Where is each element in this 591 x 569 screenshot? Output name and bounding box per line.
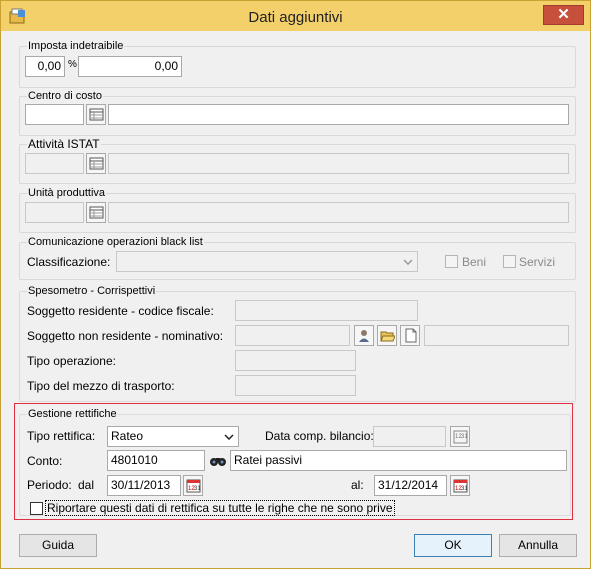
svg-text:31: 31 bbox=[461, 486, 468, 492]
data-comp-field[interactable] bbox=[373, 426, 446, 447]
tipo-operazione-field[interactable] bbox=[235, 350, 356, 371]
person-lookup-button[interactable] bbox=[354, 325, 374, 346]
conto-label: Conto: bbox=[27, 454, 63, 468]
table-icon bbox=[89, 206, 104, 219]
classificazione-select[interactable] bbox=[116, 251, 418, 272]
calendar-icon: 12 31 bbox=[453, 430, 468, 444]
riportare-label[interactable]: Riportare questi dati di rettifica su tu… bbox=[45, 500, 395, 516]
imposta-amount-field[interactable]: 0,00 bbox=[78, 56, 182, 77]
folder-open-icon bbox=[380, 331, 395, 342]
tipo-operazione-label: Tipo operazione: bbox=[27, 354, 116, 368]
tipo-mezzo-field[interactable] bbox=[235, 375, 356, 396]
table-icon bbox=[89, 108, 104, 121]
window-title: Dati aggiuntivi bbox=[248, 9, 343, 26]
residente-field[interactable] bbox=[235, 300, 418, 321]
ok-button[interactable]: OK bbox=[414, 534, 492, 557]
attivita-lookup-button[interactable] bbox=[86, 153, 106, 174]
servizi-label: Servizi bbox=[519, 255, 556, 269]
document-icon bbox=[405, 328, 417, 343]
dal-label: dal bbox=[78, 478, 95, 492]
group-label-unita: Unità produttiva bbox=[27, 186, 107, 200]
tipo-mezzo-label: Tipo del mezzo di trasporto: bbox=[27, 379, 175, 393]
centro-costo-description-field[interactable] bbox=[108, 104, 569, 125]
open-folder-button[interactable] bbox=[377, 325, 397, 346]
group-label-attivita: Attività ISTAT bbox=[27, 137, 101, 151]
al-date-field[interactable]: 31/12/2014 bbox=[374, 475, 447, 496]
svg-text:31: 31 bbox=[194, 486, 201, 492]
data-comp-label: Data comp. bilancio: bbox=[265, 429, 374, 443]
group-label-blacklist: Comunicazione operazioni black list bbox=[27, 235, 204, 249]
group-label-spesometro: Spesometro - Corrispettivi bbox=[27, 284, 157, 298]
dialog-window: Dati aggiuntivi ✕ Imposta indetraibile 0… bbox=[0, 0, 591, 569]
riportare-checkbox[interactable] bbox=[30, 502, 43, 515]
close-button[interactable]: ✕ bbox=[543, 5, 584, 25]
tipo-rettifica-select[interactable]: Rateo bbox=[107, 426, 239, 447]
periodo-label: Periodo: bbox=[27, 478, 72, 492]
group-label-imposta: Imposta indetraibile bbox=[27, 39, 125, 53]
table-icon bbox=[89, 157, 104, 170]
calendar-icon: 12 31 bbox=[186, 479, 201, 493]
chevron-down-icon bbox=[403, 259, 413, 265]
servizi-checkbox[interactable] bbox=[503, 255, 516, 268]
conto-description-field[interactable]: Ratei passivi bbox=[230, 450, 567, 471]
svg-text:31: 31 bbox=[461, 434, 468, 440]
binoculars-icon bbox=[210, 458, 226, 466]
imposta-percent-field[interactable]: 0,00 bbox=[25, 56, 65, 77]
title-bar[interactable]: Dati aggiuntivi ✕ bbox=[1, 1, 590, 31]
unita-description-field[interactable] bbox=[108, 202, 569, 223]
non-residente-field[interactable] bbox=[235, 325, 350, 346]
unita-code-field[interactable] bbox=[25, 202, 84, 223]
person-icon bbox=[359, 330, 369, 342]
calendar-icon: 12 31 bbox=[453, 479, 468, 493]
residente-label: Soggetto residente - codice fiscale: bbox=[27, 304, 214, 318]
al-calendar-button[interactable]: 12 31 bbox=[450, 475, 470, 496]
attivita-code-field[interactable] bbox=[25, 153, 84, 174]
group-label-centro-costo: Centro di costo bbox=[27, 89, 103, 103]
chevron-down-icon bbox=[224, 434, 234, 440]
centro-costo-code-field[interactable] bbox=[25, 104, 84, 125]
data-comp-calendar-button[interactable]: 12 31 bbox=[450, 426, 470, 447]
tipo-rettifica-label: Tipo rettifica: bbox=[27, 429, 96, 443]
classificazione-label: Classificazione: bbox=[27, 255, 111, 269]
unita-lookup-button[interactable] bbox=[86, 202, 106, 223]
dal-date-field[interactable]: 30/11/2013 bbox=[107, 475, 181, 496]
non-residente-extra-field[interactable] bbox=[424, 325, 569, 346]
new-document-button[interactable] bbox=[400, 325, 420, 346]
centro-costo-lookup-button[interactable] bbox=[86, 104, 106, 125]
guida-button[interactable]: Guida bbox=[19, 534, 97, 557]
group-label-rettifiche: Gestione rettifiche bbox=[27, 407, 118, 421]
percent-sign: % bbox=[68, 59, 77, 70]
beni-label: Beni bbox=[462, 255, 487, 269]
dal-calendar-button[interactable]: 12 31 bbox=[183, 475, 203, 496]
beni-checkbox[interactable] bbox=[445, 255, 458, 268]
attivita-description-field[interactable] bbox=[108, 153, 569, 174]
search-button[interactable] bbox=[208, 451, 228, 471]
annulla-button[interactable]: Annulla bbox=[499, 534, 577, 557]
al-label: al: bbox=[351, 478, 364, 492]
non-residente-label: Soggetto non residente - nominativo: bbox=[27, 329, 224, 343]
conto-code-field[interactable]: 4801010 bbox=[107, 450, 205, 471]
